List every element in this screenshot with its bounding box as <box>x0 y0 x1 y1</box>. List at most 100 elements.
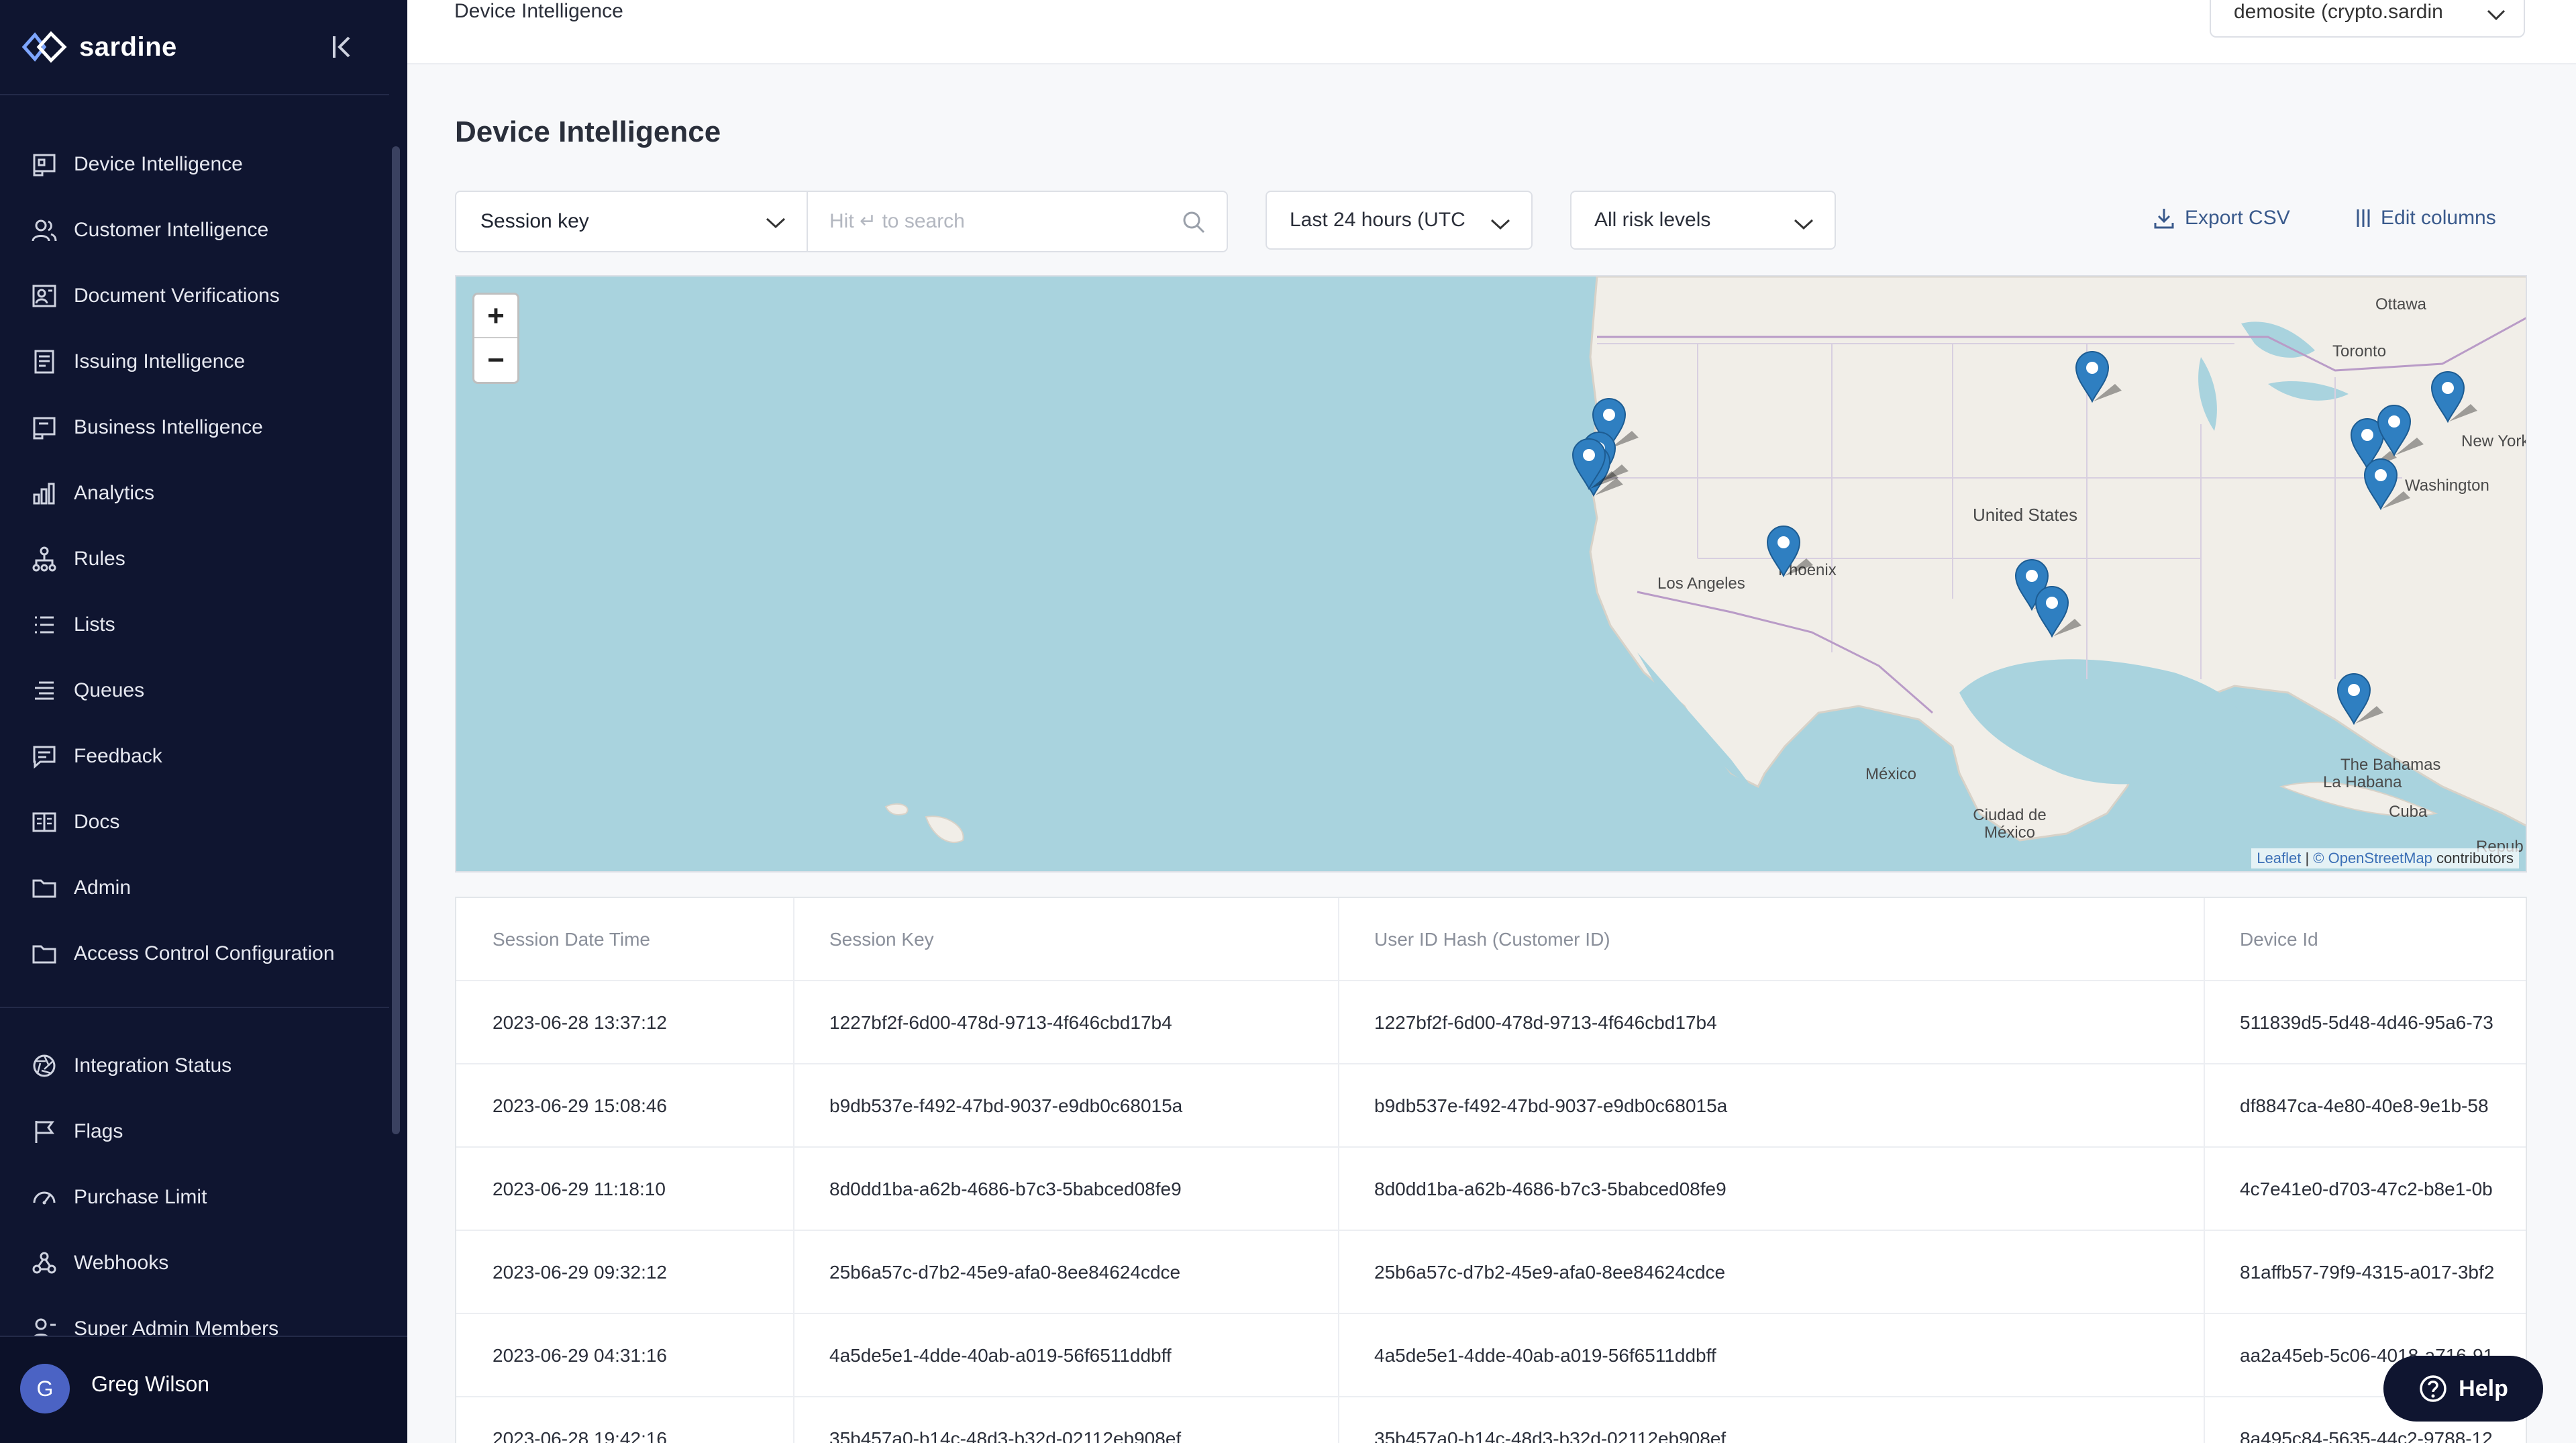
docs-icon <box>30 807 59 837</box>
search-field-label: Session key <box>480 210 589 232</box>
cell-session-date-time: 2023-06-28 19:42:16 <box>493 1428 667 1443</box>
sidebar-item-label: Purchase Limit <box>74 1186 207 1208</box>
help-icon <box>2420 1375 2446 1402</box>
queue-icon <box>30 676 59 705</box>
sidebar-item-label: Analytics <box>74 482 155 504</box>
cell-session-date-time: 2023-06-29 11:18:10 <box>493 1179 666 1199</box>
sidebar-item-label: Admin <box>74 877 132 899</box>
download-icon <box>2154 209 2174 229</box>
leaflet-link[interactable]: Leaflet <box>2257 850 2301 866</box>
table-row[interactable]: 2023-06-28 13:37:12 1227bf2f-6d00-478d-97… <box>456 981 2526 1064</box>
cell-session-key: 8d0dd1ba-a62b-4686-b7c3-5babced08fe9 <box>829 1179 1182 1199</box>
edit-columns-button[interactable]: Edit columns <box>2354 207 2496 230</box>
collapse-sidebar-button[interactable] <box>327 30 357 64</box>
sidebar-item-admin[interactable]: Admin <box>30 868 131 908</box>
sidebar-item-rules[interactable]: Rules <box>30 539 125 579</box>
map-label-los-angeles: Los Angeles <box>1657 575 1745 593</box>
sidebar-item-access-control-configuration[interactable]: Access Control Configuration <box>30 934 335 974</box>
feedback-icon <box>30 742 59 771</box>
session-map[interactable]: + − Ottawa Toronto New York Washington U… <box>455 275 2527 873</box>
help-button[interactable]: Help <box>2383 1356 2543 1422</box>
map-label-united-states: United States <box>1973 505 2078 525</box>
edit-columns-label: Edit columns <box>2381 207 2496 229</box>
map-marker-icon[interactable] <box>2429 370 2477 424</box>
gauge-icon <box>30 1183 59 1212</box>
cell-session-date-time: 2023-06-28 13:37:12 <box>493 1012 667 1033</box>
sardine-logo-icon <box>21 31 67 63</box>
tenant-label: demosite (crypto.sardin <box>2234 1 2443 23</box>
map-label-ottawa: Ottawa <box>2375 295 2427 313</box>
time-range-select[interactable]: Last 24 hours (UTC <box>1266 191 1533 250</box>
sidebar: sardine Device Intelligence Customer Int… <box>0 0 407 1443</box>
export-csv-button[interactable]: Export CSV <box>2153 207 2290 230</box>
table-row[interactable]: 2023-06-29 04:31:16 4a5de5e1-4dde-40ab-a0… <box>456 1314 2526 1397</box>
map-marker-icon[interactable] <box>2073 350 2122 403</box>
sidebar-item-purchase-limit[interactable]: Purchase Limit <box>30 1177 207 1217</box>
zoom-out-button[interactable]: − <box>474 338 517 382</box>
map-marker-icon[interactable] <box>1570 438 1618 491</box>
sidebar-item-business-intelligence[interactable]: Business Intelligence <box>30 407 263 448</box>
sidebar-item-label: Issuing Intelligence <box>74 350 246 372</box>
column-header-device-id[interactable]: Device Id <box>2204 898 2526 981</box>
sidebar-item-integration-status[interactable]: Integration Status <box>30 1046 231 1086</box>
column-header-session-key[interactable]: Session Key <box>793 898 1338 981</box>
map-label-la-habana: La Habana <box>2323 773 2402 791</box>
sidebar-item-webhooks[interactable]: Webhooks <box>30 1243 168 1283</box>
chevron-down-icon <box>2487 9 2506 21</box>
table-row[interactable]: 2023-06-29 09:32:12 25b6a57c-d7b2-45e9-af… <box>456 1231 2526 1314</box>
map-tiles <box>884 277 2526 844</box>
table-row[interactable]: 2023-06-28 19:42:16 35b457a0-b14c-48d3-b3… <box>456 1397 2526 1443</box>
user-profile[interactable]: G Greg Wilson <box>0 1336 407 1443</box>
avatar: G <box>20 1364 70 1413</box>
top-bar: Device Intelligence demosite (crypto.sar… <box>407 0 2576 64</box>
list-icon <box>30 610 59 640</box>
collapse-icon <box>333 36 350 58</box>
map-marker-icon[interactable] <box>1765 525 1813 578</box>
column-header-user-id-hash[interactable]: User ID Hash (Customer ID) <box>1338 898 2204 981</box>
sidebar-item-device-intelligence[interactable]: Device Intelligence <box>30 144 243 185</box>
cell-user-id-hash: 35b457a0-b14c-48d3-b32d-02112eb908ef <box>1374 1428 1727 1443</box>
users-icon <box>30 215 59 245</box>
bar-chart-icon <box>30 479 59 508</box>
table-row[interactable]: 2023-06-29 15:08:46 b9db537e-f492-47bd-90… <box>456 1064 2526 1148</box>
map-marker-icon[interactable] <box>2362 458 2410 511</box>
search-input[interactable] <box>812 199 1161 244</box>
search-icon[interactable] <box>1181 209 1206 235</box>
sidebar-item-document-verifications[interactable]: Document Verifications <box>30 276 280 316</box>
map-marker-icon[interactable] <box>2033 585 2081 638</box>
sidebar-scrollbar[interactable] <box>392 146 400 1134</box>
sidebar-item-label: Business Intelligence <box>74 416 263 438</box>
device-icon <box>30 150 59 179</box>
cell-session-key: 1227bf2f-6d00-478d-9713-4f646cbd17b4 <box>829 1012 1172 1033</box>
zoom-in-button[interactable]: + <box>474 295 517 338</box>
sidebar-item-docs[interactable]: Docs <box>30 802 119 842</box>
sidebar-item-queues[interactable]: Queues <box>30 670 144 711</box>
brand-logo[interactable]: sardine <box>21 27 177 67</box>
sidebar-item-feedback[interactable]: Feedback <box>30 736 162 777</box>
cell-session-key: 25b6a57c-d7b2-45e9-afa0-8ee84624cdce <box>829 1262 1181 1283</box>
sidebar-item-label: Docs <box>74 811 120 833</box>
map-marker-icon[interactable] <box>2335 673 2383 726</box>
map-label-toronto: Toronto <box>2332 342 2387 360</box>
osm-link[interactable]: © OpenStreetMap <box>2313 850 2432 866</box>
column-header-session-date-time[interactable]: Session Date Time <box>456 898 793 981</box>
cell-device-id: 4c7e41e0-d703-47c2-b8e1-0b <box>2240 1179 2493 1199</box>
cell-user-id-hash: 8d0dd1ba-a62b-4686-b7c3-5babced08fe9 <box>1374 1179 1727 1199</box>
cell-device-id: 511839d5-5d48-4d46-95a6-73 <box>2240 1012 2493 1033</box>
sidebar-item-customer-intelligence[interactable]: Customer Intelligence <box>30 210 268 250</box>
sidebar-item-issuing-intelligence[interactable]: Issuing Intelligence <box>30 342 245 382</box>
flag-icon <box>30 1117 59 1146</box>
sidebar-item-lists[interactable]: Lists <box>30 605 115 645</box>
table-row[interactable]: 2023-06-29 11:18:10 8d0dd1ba-a62b-4686-b7… <box>456 1148 2526 1231</box>
map-marker-icon[interactable] <box>2375 404 2424 457</box>
sidebar-item-label: Feedback <box>74 745 162 767</box>
tenant-selector[interactable]: demosite (crypto.sardin <box>2210 0 2525 38</box>
chevron-down-icon <box>766 217 786 229</box>
search-field-select[interactable]: Session key <box>456 192 808 251</box>
time-range-label: Last 24 hours (UTC <box>1290 209 1465 231</box>
sidebar-item-flags[interactable]: Flags <box>30 1111 123 1152</box>
business-icon <box>30 413 59 442</box>
sidebar-item-analytics[interactable]: Analytics <box>30 473 154 513</box>
risk-level-select[interactable]: All risk levels <box>1570 191 1836 250</box>
columns-icon <box>2357 209 2370 227</box>
